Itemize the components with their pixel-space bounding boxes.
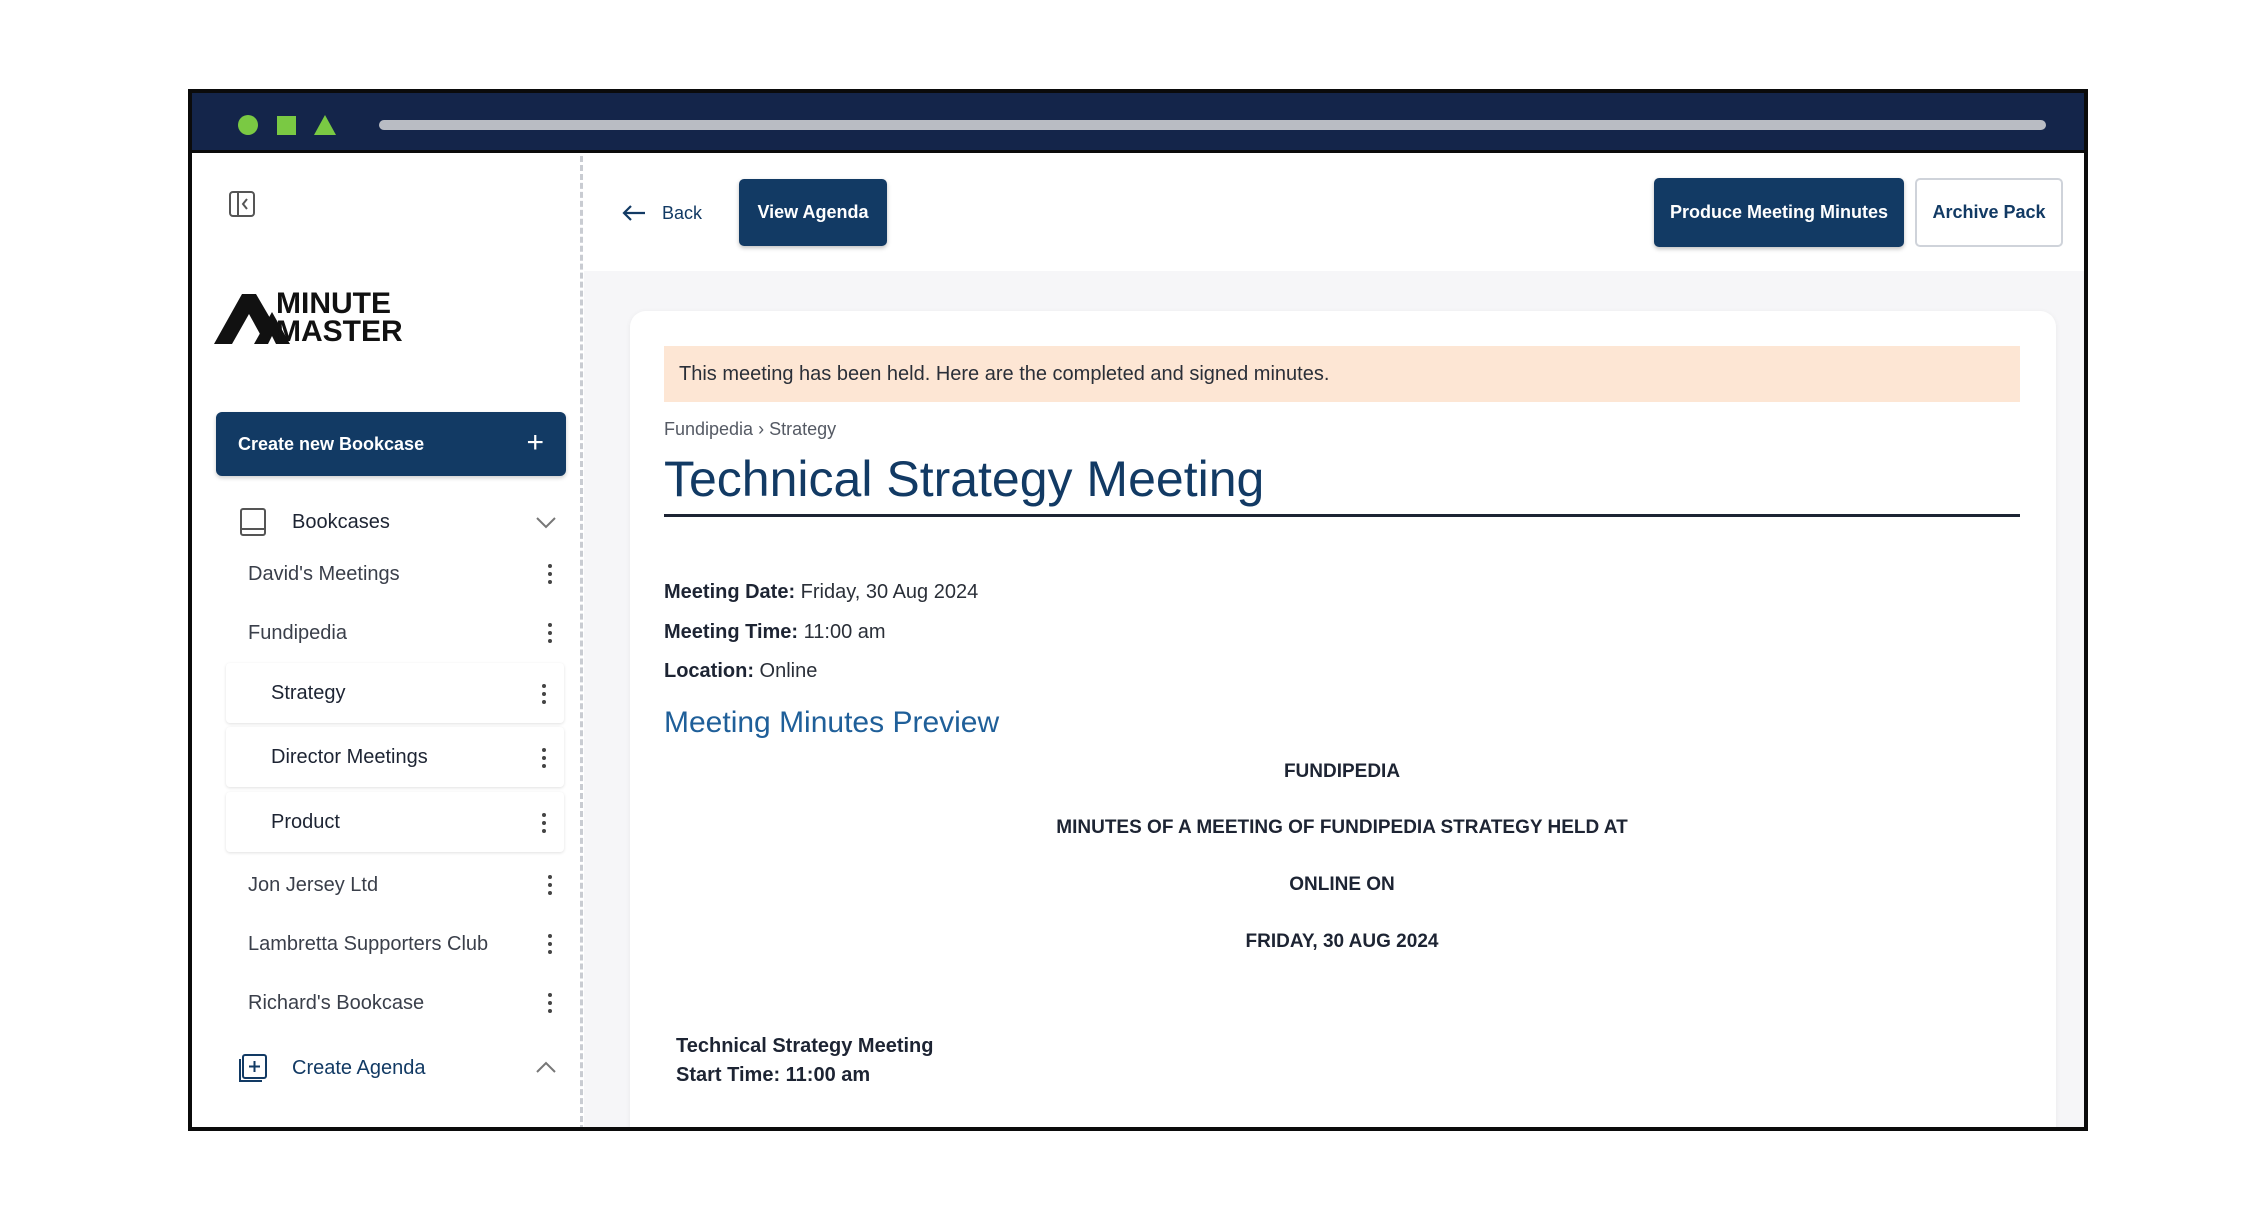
- more-vertical-icon[interactable]: [540, 810, 548, 836]
- bookcases-label: Bookcases: [292, 510, 390, 533]
- main-content: Back View Agenda Produce Meeting Minutes…: [584, 156, 2084, 1127]
- page-title: Technical Strategy Meeting: [664, 447, 2020, 517]
- more-vertical-icon[interactable]: [540, 681, 548, 707]
- create-bookcase-label: Create new Bookcase: [238, 433, 425, 454]
- minutes-date: FRIDAY, 30 AUG 2024: [1245, 931, 1439, 952]
- meeting-time-label: Meeting Time:: [664, 621, 799, 643]
- more-vertical-icon[interactable]: [546, 620, 554, 646]
- meeting-time-value: 11:00 am: [798, 621, 886, 643]
- sidebar-item-label: Richard's Bookcase: [248, 991, 425, 1014]
- minutes-heading: MINUTES OF A MEETING OF FUNDIPEDIA STRAT…: [1056, 817, 1628, 838]
- minutes-preview-title: Meeting Minutes Preview: [664, 706, 1000, 739]
- sidebar-item-label: Fundipedia: [248, 621, 347, 644]
- minutes-start-time: Start Time: 11:00 am: [676, 1064, 871, 1086]
- meeting-time: Meeting Time: 11:00 am: [664, 621, 886, 644]
- sidebar-subitem-director-meetings[interactable]: Director Meetings: [226, 727, 564, 787]
- create-agenda-label: Create Agenda: [292, 1056, 426, 1079]
- sidebar-item-lambretta-supporters-club[interactable]: Lambretta Supporters Club: [248, 921, 568, 967]
- toolbar: Back View Agenda Produce Meeting Minutes…: [584, 156, 2084, 271]
- browser-frame: MINUTE MASTER Create new Bookcase + Book…: [188, 89, 2088, 1131]
- sidebar-subitem-label: Director Meetings: [271, 745, 428, 768]
- collapse-sidebar-icon[interactable]: [228, 190, 256, 218]
- back-button[interactable]: Back: [622, 196, 702, 230]
- meeting-date: Meeting Date: Friday, 30 Aug 2024: [664, 581, 978, 604]
- sidebar-subitem-label: Strategy: [271, 681, 346, 704]
- arrow-left-icon: [622, 205, 645, 221]
- breadcrumb: Fundipedia › Strategy: [664, 419, 837, 439]
- view-agenda-button[interactable]: View Agenda: [739, 179, 887, 246]
- sidebar-subitem-strategy[interactable]: Strategy: [226, 663, 564, 723]
- sidebar-subitem-product[interactable]: Product: [226, 792, 564, 852]
- book-icon: [240, 508, 266, 536]
- more-vertical-icon[interactable]: [546, 990, 554, 1016]
- sidebar-item-fundipedia[interactable]: Fundipedia: [248, 610, 568, 656]
- sidebar-item-richards-bookcase[interactable]: Richard's Bookcase: [248, 980, 568, 1026]
- logo-line-1: MINUTE: [276, 287, 391, 320]
- bookcases-section-toggle[interactable]: Bookcases: [238, 502, 558, 542]
- more-vertical-icon[interactable]: [540, 745, 548, 771]
- circle-icon: [238, 115, 258, 135]
- sidebar-item-label: Jon Jersey Ltd: [248, 873, 379, 896]
- meeting-status-alert: This meeting has been held. Here are the…: [664, 346, 2020, 402]
- meeting-location-label: Location:: [664, 660, 754, 682]
- sidebar-item-label: David's Meetings: [248, 562, 400, 585]
- produce-meeting-minutes-button[interactable]: Produce Meeting Minutes: [1654, 178, 1904, 247]
- minutes-org: FUNDIPEDIA: [1283, 761, 1401, 782]
- more-vertical-icon[interactable]: [546, 931, 554, 957]
- more-vertical-icon[interactable]: [546, 561, 554, 587]
- minutes-meeting-name: Technical Strategy Meeting: [676, 1035, 934, 1057]
- logo-line-2: MASTER: [276, 315, 403, 348]
- meeting-location: Location: Online: [664, 660, 817, 683]
- create-agenda-section-toggle[interactable]: Create Agenda: [238, 1048, 558, 1088]
- triangle-icon: [314, 115, 336, 135]
- meeting-date-value: Friday, 30 Aug 2024: [795, 581, 979, 603]
- add-document-icon: [239, 1054, 267, 1082]
- minutes-place: ONLINE ON: [1289, 874, 1395, 895]
- chevron-down-icon: [536, 517, 556, 529]
- back-label: Back: [662, 202, 703, 223]
- sidebar-divider: [580, 156, 583, 1127]
- logo-text: MINUTE MASTER: [276, 287, 403, 348]
- plus-icon: +: [526, 426, 544, 459]
- square-icon: [277, 116, 296, 135]
- meeting-location-value: Online: [754, 660, 818, 682]
- create-bookcase-button[interactable]: Create new Bookcase +: [216, 412, 566, 476]
- sidebar-item-label: Lambretta Supporters Club: [248, 932, 489, 955]
- sidebar-subitem-label: Product: [271, 810, 340, 833]
- sidebar-item-davids-meetings[interactable]: David's Meetings: [248, 551, 568, 597]
- meeting-date-label: Meeting Date:: [664, 581, 796, 603]
- sidebar-item-jon-jersey-ltd[interactable]: Jon Jersey Ltd: [248, 862, 568, 908]
- sidebar: MINUTE MASTER Create new Bookcase + Book…: [192, 156, 584, 1127]
- meeting-card: This meeting has been held. Here are the…: [630, 311, 2056, 1127]
- more-vertical-icon[interactable]: [546, 872, 554, 898]
- window-titlebar: [192, 93, 2084, 153]
- archive-pack-button[interactable]: Archive Pack: [1915, 178, 2063, 247]
- address-bar[interactable]: [379, 120, 2046, 130]
- chevron-up-icon: [536, 1061, 556, 1073]
